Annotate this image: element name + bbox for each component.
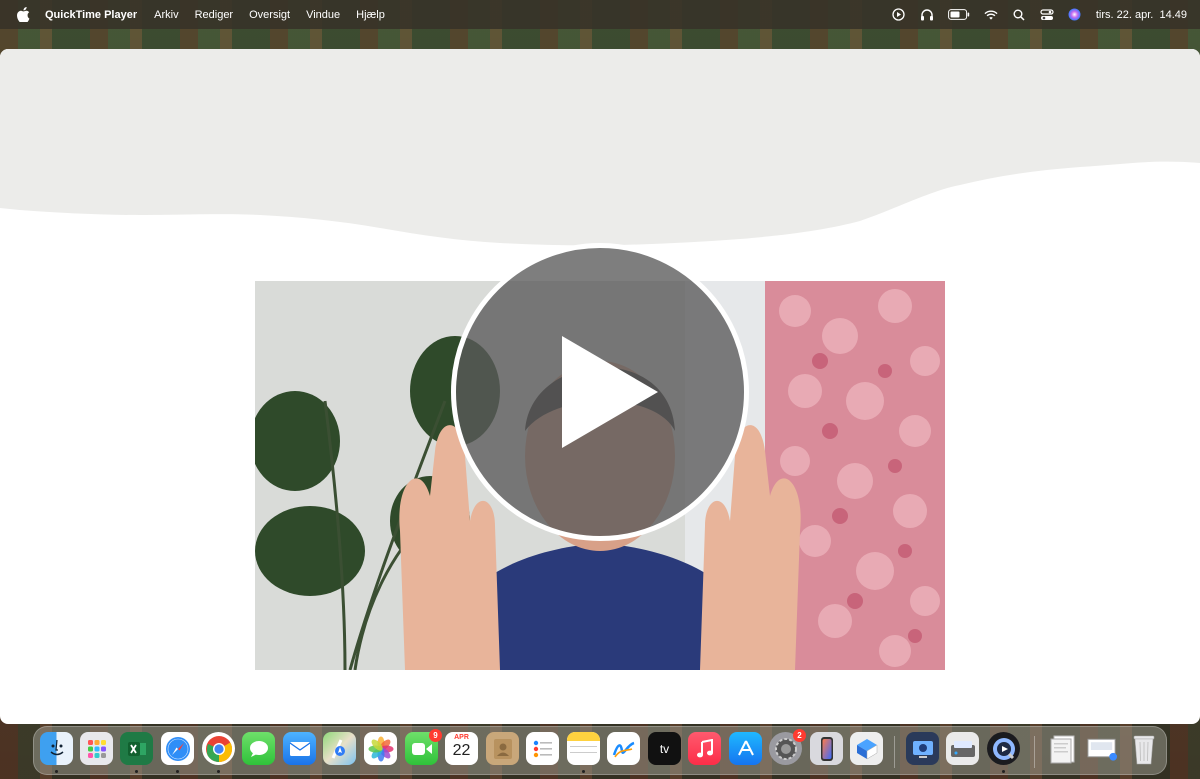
running-indicator	[135, 770, 138, 773]
apple-tv-label: tv	[659, 741, 670, 756]
play-button[interactable]	[451, 243, 749, 541]
menu-arkiv[interactable]: Arkiv	[154, 9, 178, 21]
dock-separator	[894, 736, 895, 768]
system-settings-badge: 2	[793, 729, 806, 742]
siri-icon[interactable]	[1068, 8, 1082, 22]
excel-icon[interactable]	[120, 732, 153, 765]
image-capture-icon[interactable]	[946, 732, 979, 765]
trash-icon[interactable]	[1127, 732, 1160, 765]
system-settings-icon[interactable]: 2	[769, 729, 806, 765]
launchpad-icon[interactable]	[80, 732, 113, 765]
facetime-badge: 9	[429, 729, 442, 742]
messages-icon[interactable]	[242, 732, 275, 765]
running-indicator	[217, 770, 220, 773]
headphones-icon[interactable]	[920, 8, 934, 22]
app-store-icon[interactable]	[729, 732, 762, 765]
menubar-clock[interactable]: tirs. 22. apr. 14.49	[1096, 9, 1187, 21]
dock-separator	[1034, 736, 1035, 768]
contacts-icon[interactable]	[486, 732, 519, 765]
menu-bar: QuickTime Player Arkiv Rediger Oversigt …	[0, 0, 1200, 29]
preview-icon[interactable]	[850, 732, 883, 765]
calendar-day: 22	[452, 742, 471, 759]
wifi-icon[interactable]	[984, 8, 998, 22]
search-icon[interactable]	[1012, 8, 1026, 22]
quicktime-icon[interactable]	[987, 732, 1020, 765]
play-circle-icon[interactable]	[892, 8, 906, 22]
screenshots-stack-icon[interactable]	[1086, 732, 1119, 765]
notes-icon[interactable]	[567, 732, 600, 765]
battery-icon[interactable]	[947, 8, 970, 22]
running-indicator	[55, 770, 58, 773]
control-center-icon[interactable]	[1040, 8, 1054, 22]
calendar-month: APR	[454, 734, 469, 741]
quicktime-window	[0, 49, 1200, 724]
menu-vindue[interactable]: Vindue	[306, 9, 340, 21]
menu-oversigt[interactable]: Oversigt	[249, 9, 290, 21]
screen-sharing-icon[interactable]	[906, 732, 939, 765]
safari-icon[interactable]	[161, 732, 194, 765]
menu-hjaelp[interactable]: Hjælp	[356, 9, 385, 21]
freeform-icon[interactable]	[607, 732, 640, 765]
dock: 9 APR 22 tv 2	[33, 726, 1167, 775]
facetime-icon[interactable]: 9	[405, 729, 442, 765]
maps-icon[interactable]	[323, 732, 356, 765]
calendar-icon[interactable]: APR 22	[445, 732, 478, 765]
photos-icon[interactable]	[364, 732, 397, 765]
running-indicator	[582, 770, 585, 773]
music-icon[interactable]	[688, 732, 721, 765]
apple-tv-icon[interactable]: tv	[648, 732, 681, 765]
mail-icon[interactable]	[283, 732, 316, 765]
apple-menu-icon[interactable]	[15, 7, 31, 23]
menu-rediger[interactable]: Rediger	[195, 9, 234, 21]
iphone-mirroring-icon[interactable]	[810, 732, 843, 765]
running-indicator	[176, 770, 179, 773]
chrome-icon[interactable]	[202, 732, 235, 765]
play-icon	[562, 336, 658, 448]
reminders-icon[interactable]	[526, 732, 559, 765]
finder-icon[interactable]	[40, 732, 73, 765]
running-indicator	[1002, 770, 1005, 773]
downloads-stack-icon[interactable]	[1046, 732, 1079, 765]
app-name-menu[interactable]: QuickTime Player	[45, 9, 137, 21]
torn-paper-header	[0, 49, 1200, 246]
